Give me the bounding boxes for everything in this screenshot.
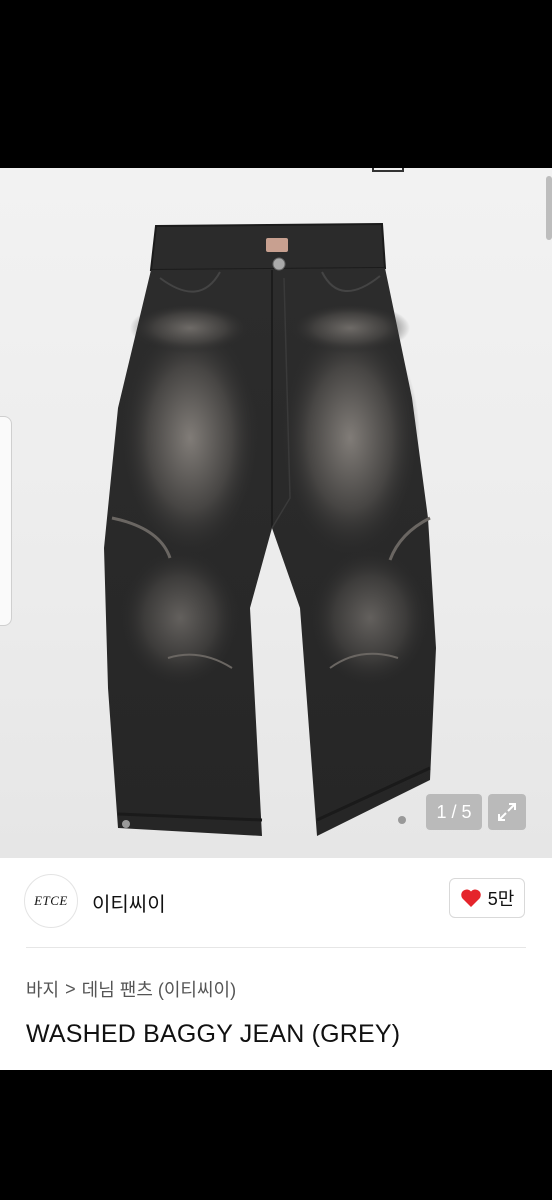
heart-icon [460,889,481,907]
image-counter-text: 1 / 5 [436,802,472,822]
product-title: WASHED BAGGY JEAN (GREY) [26,1020,401,1048]
divider [26,947,526,948]
jeans-illustration [104,222,436,836]
expand-icon [498,803,516,821]
breadcrumb-subcategory[interactable]: 데님 팬츠 (이티씨이) [82,976,236,1002]
expand-button[interactable] [488,794,526,830]
like-button[interactable]: 5만 [449,878,525,918]
image-counter: 1 / 5 [426,794,482,830]
brand-name[interactable]: 이티씨이 [92,888,166,917]
brand-row: ETCE 이티씨이 5만 [0,858,552,946]
product-image[interactable]: 1 / 5 [0,168,552,858]
like-count: 5만 [487,889,515,909]
chevron-right-icon: > [65,978,76,999]
brand-logo-text: ETCE [34,893,68,908]
breadcrumb-category[interactable]: 바지 [26,976,59,1002]
product-screen: 1 / 5 ETCE 이티씨이 5만 바지 > 데님 팬츠 (이티씨이) WAS… [0,168,552,1070]
breadcrumb: 바지 > 데님 팬츠 (이티씨이) [26,976,236,1002]
brand-logo[interactable]: ETCE [24,874,78,928]
